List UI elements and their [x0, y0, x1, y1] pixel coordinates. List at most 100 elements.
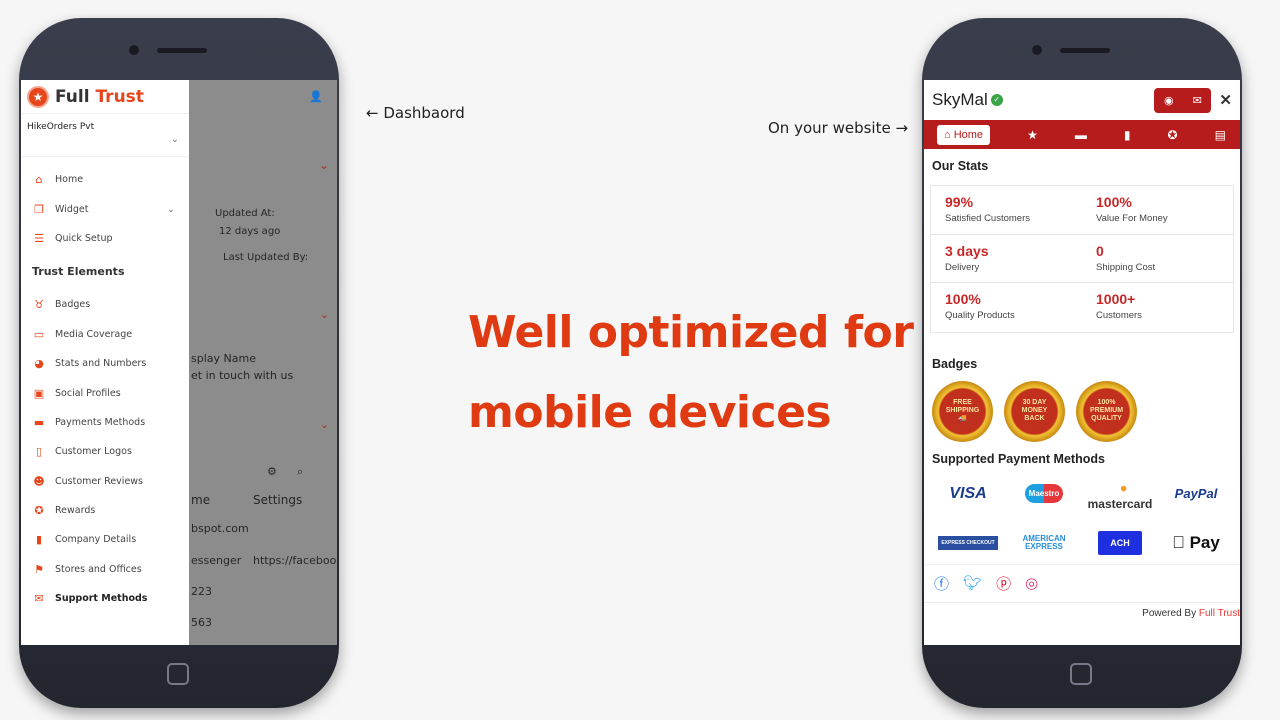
brand-name: SkyMal: [932, 90, 988, 109]
sidebar-item-rewards[interactable]: ✪ Rewards: [21, 496, 189, 525]
sidebar-item-support-methods[interactable]: ✉ Support Methods: [21, 584, 189, 613]
collapse-chevron-icon[interactable]: ⌄: [320, 418, 329, 431]
dashboard-screen: 👤 ⌄ Updated At: 12 days ago Last Updated…: [21, 80, 337, 645]
sidebar-item-quick-setup[interactable]: ☰ Quick Setup: [21, 224, 189, 253]
speaker: [157, 48, 207, 53]
pinterest-icon[interactable]: ⓟ: [996, 573, 1011, 594]
display-name-label: splay Name: [191, 352, 256, 365]
badge-text: BACK: [1024, 415, 1045, 423]
table-row[interactable]: essenger: [191, 554, 241, 567]
tab-list-icon[interactable]: ▤: [1215, 128, 1226, 142]
search-icon[interactable]: ⌕: [297, 465, 303, 479]
stat-value: 100%: [1096, 194, 1132, 210]
sidebar-item-widget[interactable]: ❐ Widget ⌄: [21, 194, 189, 223]
table-row[interactable]: 223: [191, 585, 212, 598]
column-settings: Settings: [253, 493, 303, 507]
profile-icon: ▣: [33, 386, 45, 400]
badge: 30 DAY MONEY BACK: [1004, 380, 1065, 442]
stat-label: Shipping Cost: [1096, 261, 1156, 273]
amex-logo: AMERICAN EXPRESS: [1022, 533, 1066, 551]
payments-title: Supported Payment Methods: [932, 451, 1105, 466]
facebook-icon[interactable]: ⓕ: [934, 573, 949, 594]
tab-home-label: Home: [953, 128, 984, 141]
monitor-icon: ▭: [33, 327, 45, 341]
contact-buttons[interactable]: ◉ ✉: [1154, 87, 1212, 113]
stat-value: 100%: [945, 291, 981, 307]
award-icon: ✪: [34, 504, 44, 518]
sidebar-item-company-details[interactable]: ▮ Company Details: [21, 525, 189, 554]
badge: FREE SHIPPING 🚚: [932, 380, 993, 442]
powered-by-link[interactable]: Full Trust: [1199, 608, 1240, 619]
section-heading: Trust Elements: [32, 265, 125, 279]
stat-item: 1000+ Customers: [1082, 283, 1233, 332]
amex-checkout-logo: EXPRESS CHECKOUT: [938, 535, 998, 550]
table-row[interactable]: 563: [191, 616, 212, 629]
display-name-value: et in touch with us: [191, 369, 294, 382]
instagram-icon[interactable]: ◎: [1025, 574, 1038, 592]
medal-icon: ♉: [34, 298, 44, 312]
close-icon[interactable]: ✕: [1219, 91, 1232, 109]
credit-card-icon: ▬: [33, 415, 45, 429]
sidebar-item-badges[interactable]: ♉ Badges: [21, 290, 189, 319]
sidebar-item-media-coverage[interactable]: ▭ Media Coverage: [21, 320, 189, 349]
smile-icon: ☻: [33, 474, 45, 488]
logo-star-icon: ★: [27, 85, 49, 108]
tab-building-icon[interactable]: ▮: [1124, 128, 1131, 142]
home-button[interactable]: [167, 663, 189, 685]
stat-value: 99%: [945, 194, 974, 210]
stat-item: 99% Satisfied Customers: [931, 186, 1082, 235]
org-name: HikeOrders Pvt: [27, 122, 95, 132]
sidebar-item-customer-reviews[interactable]: ☻ Customer Reviews: [21, 467, 189, 496]
checklist-icon: ☰: [34, 231, 44, 245]
sidebar-item-home[interactable]: ⌂ Home: [21, 165, 189, 194]
payment-methods: VISA Maestro ●●mastercard PayPal EXPRESS…: [924, 470, 1240, 562]
camera: [1032, 45, 1042, 55]
mastercard-text: mastercard: [1087, 497, 1153, 512]
collapse-chevron-icon[interactable]: ⌄: [320, 308, 329, 321]
sidebar-item-stores-and-offices[interactable]: ⚑ Stores and Offices: [21, 555, 189, 584]
org-selector[interactable]: HikeOrders Pvt ⌄: [21, 114, 189, 157]
widget-screen: SkyMal ✓ ◉ ✉ ✕ ⌂ Home ★ ▬ ▮ ✪ ▤ Our Stats …: [924, 80, 1240, 645]
badge-text: QUALITY: [1091, 415, 1122, 423]
sidebar-item-customer-logos[interactable]: ▯ Customer Logos: [21, 437, 189, 466]
label: Stores and Offices: [55, 563, 142, 575]
settings-icon[interactable]: ⚙: [267, 465, 277, 478]
stat-item: 3 days Delivery: [931, 235, 1082, 283]
file-image-icon: ▯: [35, 445, 43, 459]
globe-icon[interactable]: ◉: [1164, 94, 1174, 107]
headline-line-2: mobile devices: [468, 387, 832, 438]
tab-store-icon[interactable]: ▬: [1075, 128, 1087, 142]
home-button[interactable]: [1070, 663, 1092, 685]
sidebar-item-stats-and-numbers[interactable]: ◕ Stats and Numbers: [21, 349, 189, 378]
label: Home: [55, 174, 84, 186]
widget-nav: ⌂ Home ★ ▬ ▮ ✪ ▤: [924, 120, 1240, 149]
table-row[interactable]: bspot.com: [191, 522, 249, 535]
label: Social Profiles: [55, 387, 121, 399]
logo-word-2: Trust: [95, 86, 144, 107]
collapse-chevron-icon[interactable]: ⌄: [319, 158, 329, 172]
table-cell: https://facebook: [253, 554, 337, 567]
mastercard-logo: ●●mastercard: [1088, 476, 1153, 511]
verified-icon: ✓: [990, 94, 1003, 106]
sidebar-item-payments-methods[interactable]: ▬ Payments Methods: [21, 408, 189, 437]
stat-label: Value For Money: [1096, 213, 1168, 224]
twitter-icon[interactable]: 🐦︎: [963, 574, 982, 592]
user-icon[interactable]: 👤: [309, 90, 323, 103]
stat-label: Satisfied Customers: [945, 213, 1031, 224]
tab-home[interactable]: ⌂ Home: [937, 124, 991, 145]
dashboard-annotation: ← Dashbaord: [366, 104, 465, 122]
badge-text: 🚚: [958, 415, 967, 423]
apple-pay-logo:  Pay: [1172, 533, 1220, 553]
badges-title: Badges: [932, 356, 978, 371]
label: Media Coverage: [55, 328, 133, 340]
label: Customer Reviews: [55, 475, 144, 487]
home-icon: ⌂: [35, 173, 43, 187]
sidebar-item-social-profiles[interactable]: ▣ Social Profiles: [21, 378, 189, 407]
badge-text: MONEY: [1021, 406, 1048, 414]
stat-value: 1000+: [1096, 291, 1136, 307]
powered-by-text: Powered By: [1142, 607, 1197, 619]
tab-award-icon[interactable]: ✪: [1168, 128, 1178, 142]
tab-star-icon[interactable]: ★: [1027, 128, 1038, 142]
updated-at-label: Updated At:: [215, 208, 275, 219]
mail-icon[interactable]: ✉: [1193, 94, 1202, 107]
